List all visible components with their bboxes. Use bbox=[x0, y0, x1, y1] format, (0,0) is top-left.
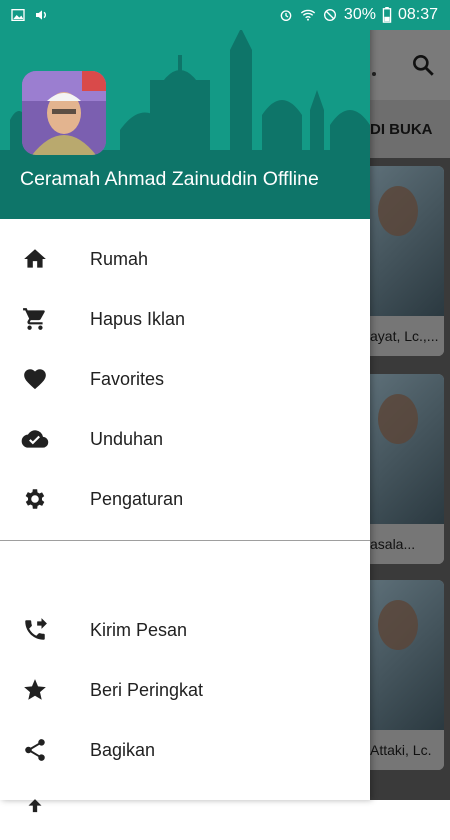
star-icon bbox=[20, 675, 50, 705]
divider bbox=[0, 540, 370, 541]
background-toolbar bbox=[370, 30, 450, 100]
menu-item-beri-peringkat[interactable]: Beri Peringkat bbox=[0, 660, 370, 720]
menu-item-favorites[interactable]: Favorites bbox=[0, 349, 370, 409]
content-card[interactable]: ayat, Lc.,... bbox=[370, 166, 444, 356]
card-caption: ayat, Lc.,... bbox=[370, 316, 444, 356]
menu-item-kirim-pesan[interactable]: Kirim Pesan bbox=[0, 600, 370, 660]
alarm-icon bbox=[280, 10, 292, 21]
card-caption: Attaki, Lc. bbox=[370, 730, 444, 770]
menu-item-label: Hapus Iklan bbox=[90, 308, 186, 329]
card-thumbnail bbox=[370, 374, 444, 524]
navigation-drawer: Ceramah Ahmad Zainuddin Offline Rumah Ha… bbox=[0, 0, 370, 813]
menu-item-label: Bagikan bbox=[90, 739, 156, 760]
card-thumbnail bbox=[370, 580, 444, 730]
heart-icon bbox=[20, 364, 50, 394]
battery-icon bbox=[382, 7, 392, 23]
search-icon[interactable] bbox=[410, 52, 436, 78]
overflow-dot bbox=[372, 72, 376, 76]
volume-icon bbox=[36, 10, 46, 20]
menu-item-bagikan[interactable]: Bagikan bbox=[0, 720, 370, 780]
app-title: Ceramah Ahmad Zainuddin Offline bbox=[20, 168, 319, 190]
battery-percent: 30% bbox=[343, 6, 376, 23]
menu-item-hapus-iklan[interactable]: Hapus Iklan bbox=[0, 289, 370, 349]
share-icon bbox=[20, 735, 50, 765]
background-app: DI BUKA ayat, Lc.,... asala... Attaki, L… bbox=[370, 30, 450, 800]
secondary-menu: Kirim Pesan Beri Peringkat Bagikan bbox=[0, 600, 370, 840]
primary-menu: Rumah Hapus Iklan Favorites Unduhan Peng… bbox=[0, 229, 370, 529]
cloud-done-icon bbox=[20, 424, 50, 454]
background-tab[interactable]: DI BUKA bbox=[370, 100, 450, 158]
menu-item-label: Kirim Pesan bbox=[90, 619, 188, 640]
card-thumbnail bbox=[370, 166, 444, 316]
no-signal-icon bbox=[323, 9, 336, 21]
card-caption: asala... bbox=[370, 524, 444, 564]
cart-icon bbox=[20, 304, 50, 334]
menu-item-label: Pengaturan bbox=[90, 488, 184, 509]
menu-item-label: Beri Peringkat bbox=[90, 679, 204, 700]
phone-forward-icon bbox=[20, 615, 50, 645]
menu-item-partial[interactable] bbox=[0, 780, 370, 840]
avatar bbox=[22, 71, 106, 155]
gear-icon bbox=[20, 484, 50, 514]
content-card[interactable]: asala... bbox=[370, 374, 444, 564]
status-bar: 30% 08:37 bbox=[0, 0, 450, 30]
wifi-icon bbox=[300, 9, 316, 21]
menu-item-pengaturan[interactable]: Pengaturan bbox=[0, 469, 370, 529]
clock: 08:37 bbox=[397, 6, 438, 23]
menu-item-label: Favorites bbox=[90, 368, 165, 389]
menu-item-label: Unduhan bbox=[90, 428, 164, 449]
drawer-header: Ceramah Ahmad Zainuddin Offline bbox=[0, 0, 370, 219]
menu-item-unduhan[interactable]: Unduhan bbox=[0, 409, 370, 469]
image-icon bbox=[11, 9, 25, 21]
menu-item-label: Rumah bbox=[90, 248, 149, 269]
home-icon bbox=[20, 244, 50, 274]
menu-item-rumah[interactable]: Rumah bbox=[0, 229, 370, 289]
content-card[interactable]: Attaki, Lc. bbox=[370, 580, 444, 770]
tab-label: DI BUKA bbox=[370, 120, 433, 138]
